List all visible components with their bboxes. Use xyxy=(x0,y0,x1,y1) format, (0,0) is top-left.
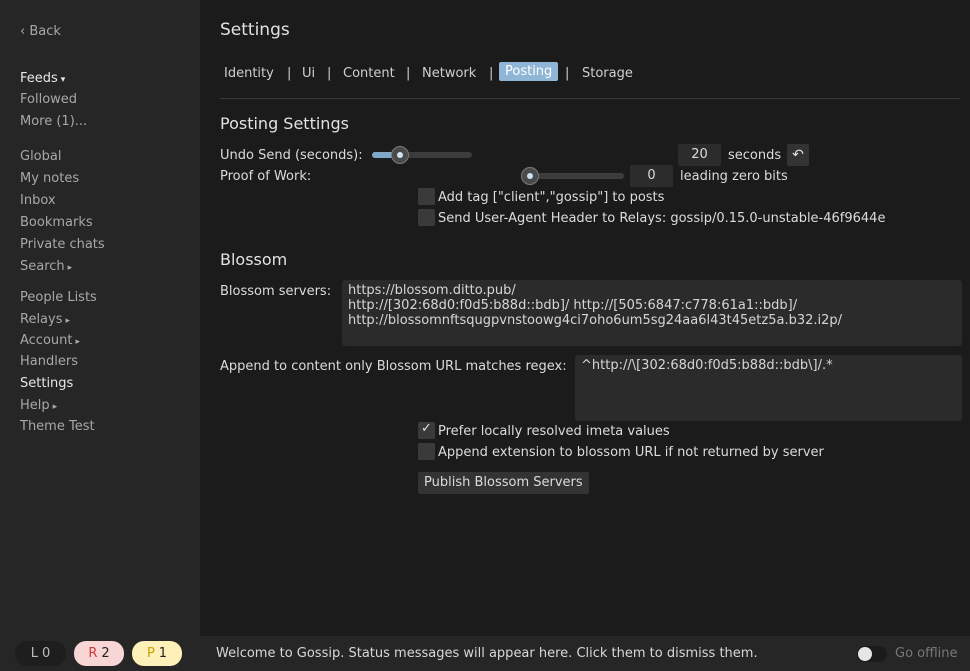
sidebar-item-followed[interactable]: Followed xyxy=(20,92,77,108)
posting-settings-heading: Posting Settings xyxy=(220,114,349,133)
regex-input[interactable]: ^http://\[302:68d0:f0d5:b88d::bdb\]/.* xyxy=(575,355,962,421)
divider xyxy=(220,98,960,99)
reset-undo-icon[interactable]: ↶ xyxy=(787,144,809,166)
main-panel: Settings Identity | Ui | Content | Netwo… xyxy=(200,0,970,636)
add-tag-checkbox[interactable] xyxy=(418,188,435,205)
tab-network[interactable]: Network xyxy=(422,66,476,81)
page-title: Settings xyxy=(220,20,290,40)
user-agent-label: Send User-Agent Header to Relays: gossip… xyxy=(438,211,886,226)
regex-label: Append to content only Blossom URL match… xyxy=(220,359,567,374)
text-line: http://blossomnftsqugpvnstoowg4ci7oho6um… xyxy=(348,313,843,328)
sidebar-item-global[interactable]: Global xyxy=(20,149,61,165)
text-line: ^http://\[302:68d0:f0d5:b88d::bdb\]/.* xyxy=(581,358,833,373)
text-line: http://[302:68d0:f0d5:b88d::bdb]/ http:/… xyxy=(348,298,798,313)
sidebar-item-label: Help xyxy=(20,398,50,413)
tab-separator: | xyxy=(565,66,570,81)
sidebar-item-feeds[interactable]: Feeds ▾ xyxy=(20,71,65,88)
undo-send-value[interactable]: 20 xyxy=(678,144,721,166)
sidebar-item-help[interactable]: Help ▸ xyxy=(20,398,57,415)
sidebar-item-label: Account xyxy=(20,333,73,348)
proof-of-work-value[interactable]: 0 xyxy=(630,165,673,187)
tab-posting[interactable]: Posting xyxy=(499,62,559,81)
sidebar-item-more[interactable]: More (1)... xyxy=(20,114,87,130)
offline-toggle[interactable] xyxy=(857,646,887,662)
tab-separator: | xyxy=(489,66,494,81)
proof-of-work-label: Proof of Work: xyxy=(220,169,312,184)
badge-key: R xyxy=(88,646,98,661)
blossom-servers-label: Blossom servers: xyxy=(220,284,332,299)
text-line: https://blossom.ditto.pub/ xyxy=(348,283,516,298)
sidebar-item-search[interactable]: Search ▸ xyxy=(20,259,72,276)
badge-key: P xyxy=(146,646,155,661)
badge-value: 1 xyxy=(158,646,168,661)
relay-count-badge[interactable]: R2 xyxy=(74,641,124,666)
sidebar-item-inbox[interactable]: Inbox xyxy=(20,193,56,209)
sidebar-item-people-lists[interactable]: People Lists xyxy=(20,290,97,306)
chevron-right-icon: ▸ xyxy=(65,316,71,326)
undo-send-unit: seconds xyxy=(728,148,782,163)
chevron-right-icon: ▸ xyxy=(75,337,81,347)
status-bar: L0 R2 P1 Welcome to Gossip. Status messa… xyxy=(0,636,970,671)
sidebar-item-private-chats[interactable]: Private chats xyxy=(20,237,105,253)
local-count-badge[interactable]: L0 xyxy=(15,641,66,666)
sidebar-item-relays[interactable]: Relays ▸ xyxy=(20,312,70,329)
blossom-servers-input[interactable]: https://blossom.ditto.pub/ http://[302:6… xyxy=(342,280,962,346)
tab-storage[interactable]: Storage xyxy=(582,66,633,81)
tab-separator: | xyxy=(287,66,292,81)
chevron-right-icon: ▸ xyxy=(67,263,73,273)
sidebar-item-label: Search xyxy=(20,259,65,274)
prefer-imeta-label: Prefer locally resolved imeta values xyxy=(438,424,670,439)
append-extension-checkbox[interactable] xyxy=(418,443,435,460)
sidebar: ‹ Back Feeds ▾ Followed More (1)... Globa… xyxy=(0,0,200,636)
slider-handle[interactable] xyxy=(521,167,539,185)
undo-send-slider[interactable] xyxy=(372,146,472,164)
app-window: ‹ Back Feeds ▾ Followed More (1)... Globa… xyxy=(0,0,970,671)
publish-blossom-servers-button[interactable]: Publish Blossom Servers xyxy=(418,472,589,494)
sidebar-item-theme-test[interactable]: Theme Test xyxy=(20,419,95,435)
tab-identity[interactable]: Identity xyxy=(224,66,274,81)
sidebar-item-handlers[interactable]: Handlers xyxy=(20,354,78,370)
append-extension-label: Append extension to blossom URL if not r… xyxy=(438,445,824,460)
proof-of-work-unit: leading zero bits xyxy=(680,169,788,184)
add-tag-label: Add tag ["client","gossip"] to posts xyxy=(438,190,665,205)
pending-count-badge[interactable]: P1 xyxy=(132,641,182,666)
sidebar-item-label: Relays xyxy=(20,312,63,327)
chevron-down-icon: ▾ xyxy=(60,75,66,85)
badge-value: 0 xyxy=(41,646,51,661)
chevron-right-icon: ▸ xyxy=(52,402,58,412)
badge-value: 2 xyxy=(101,646,110,661)
sidebar-item-my-notes[interactable]: My notes xyxy=(20,171,79,187)
offline-label: Go offline xyxy=(895,646,958,661)
badge-key: L xyxy=(30,646,38,661)
tab-ui[interactable]: Ui xyxy=(302,66,315,81)
slider-handle[interactable] xyxy=(391,146,409,164)
undo-send-label: Undo Send (seconds): xyxy=(220,148,363,163)
tab-separator: | xyxy=(406,66,411,81)
user-agent-checkbox[interactable] xyxy=(418,209,435,226)
blossom-heading: Blossom xyxy=(220,250,288,269)
back-link[interactable]: ‹ Back xyxy=(20,24,61,40)
prefer-imeta-checkbox[interactable] xyxy=(418,421,435,439)
tab-content[interactable]: Content xyxy=(343,66,395,81)
sidebar-item-bookmarks[interactable]: Bookmarks xyxy=(20,215,93,231)
sidebar-item-account[interactable]: Account ▸ xyxy=(20,333,80,350)
proof-of-work-slider[interactable] xyxy=(521,167,624,185)
sidebar-item-settings[interactable]: Settings xyxy=(20,376,73,392)
tab-separator: | xyxy=(327,66,332,81)
status-message[interactable]: Welcome to Gossip. Status messages will … xyxy=(216,646,758,661)
sidebar-item-label: Feeds xyxy=(20,71,58,86)
